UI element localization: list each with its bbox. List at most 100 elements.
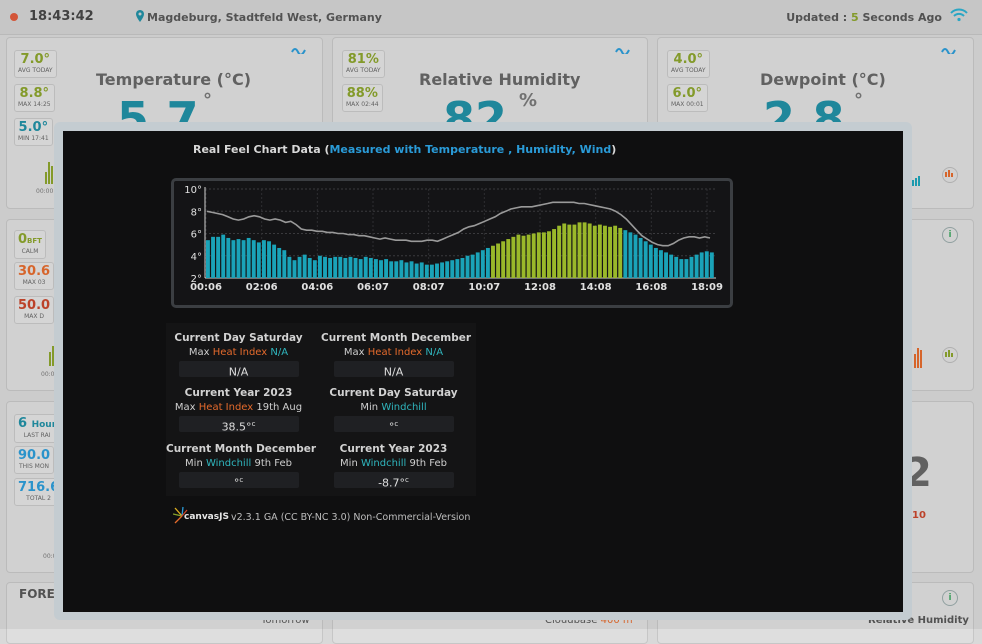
chart-bar (211, 236, 215, 278)
chart-bar (409, 261, 414, 278)
chart-bar (552, 229, 557, 278)
chart-bar (358, 259, 363, 278)
x-tick-label: 00:06 (190, 282, 222, 293)
chart-bar (343, 257, 348, 278)
x-tick-label: 18:09 (691, 282, 723, 293)
x-tick-label: 10:07 (468, 282, 500, 293)
chart-bar (623, 230, 628, 278)
chart-bar (572, 224, 577, 278)
chart-bar (603, 225, 607, 278)
x-tick-label: 16:08 (635, 282, 667, 293)
chart-bar (338, 256, 343, 278)
stat-label: Max Heat Index N/A (188, 347, 289, 358)
stat-block: Current Year 2023 Max Heat Index 19th Aug… (166, 387, 311, 434)
chart-bar (608, 226, 612, 278)
chart-bar (399, 260, 404, 278)
chart-bar (440, 262, 445, 278)
stat-block: Current Year 2023 Min Windchill 9th Feb -8… (321, 443, 466, 490)
chart-bar (679, 259, 684, 278)
chart-bar (638, 237, 643, 278)
chart-bar (236, 239, 241, 278)
real-feel-chart-svg: 2°4°6°8°10°00:06 02:06 04:06 06:07 08:07 10:0… (184, 185, 723, 293)
chart-bar (491, 245, 495, 278)
chart-bar (429, 264, 434, 278)
chart-bar (653, 247, 658, 278)
chart-bar (302, 254, 307, 278)
chart-bar (363, 256, 368, 278)
chart-bar (323, 256, 327, 278)
chart-bar (216, 236, 221, 278)
chart-bar (669, 254, 674, 278)
chart-bar (404, 262, 409, 278)
chart-bar (450, 260, 455, 278)
stat-block: Current Month December Min Windchill 9th … (166, 443, 317, 490)
chart-bar (541, 232, 546, 278)
stat-label: Min Windchill 9th Feb (340, 458, 447, 469)
chart-bar (496, 243, 501, 278)
chart-bar (221, 234, 226, 278)
stat-heading: Current Month December (166, 443, 317, 455)
stat-value: N/A (333, 361, 454, 379)
chart-bar (506, 239, 511, 278)
chart-bar (455, 259, 460, 278)
y-tick-label: 10° (184, 185, 202, 196)
chart-bar (659, 250, 663, 278)
x-tick-label: 08:07 (413, 282, 445, 293)
chart-bar (511, 236, 516, 278)
chart-bar (547, 231, 551, 278)
stat-label: Max Heat Index N/A (343, 347, 444, 358)
stat-value: N/A (178, 361, 299, 379)
chart-bar (475, 252, 480, 278)
chart-bar (287, 256, 292, 278)
stat-heading: Current Month December (321, 332, 472, 344)
stat-heading: Current Year 2023 (339, 443, 448, 455)
chart-bar (618, 227, 623, 278)
real-feel-chart: 2° 4° 6° 8° 10° 00:06 02:06 04:06 06:07 08:07 10:0… (171, 178, 733, 308)
chart-bar (445, 261, 450, 278)
chart-bar (516, 234, 521, 278)
chart-bar (587, 223, 592, 278)
stat-label: Min Windchill 9th Feb (185, 458, 292, 469)
chart-bar (597, 224, 602, 278)
chart-bar (633, 234, 638, 278)
chart-bar (389, 261, 394, 278)
chart-bar (261, 240, 266, 278)
stat-value: 38.5°c (178, 416, 299, 434)
chart-bar (470, 254, 475, 278)
stat-heading: Current Day Saturday (174, 332, 303, 344)
chart-bar (297, 256, 302, 278)
chart-bar (689, 256, 694, 278)
canvasjs-logo-text: canvasJS (184, 512, 229, 522)
chart-bar (526, 234, 531, 278)
stat-label: Max Heat Index 19th Aug (174, 402, 303, 413)
chart-title: Real Feel Chart Data (Measured with Temp… (193, 143, 617, 156)
chart-bar (460, 257, 465, 278)
chart-bar (648, 244, 653, 278)
canvasjs-version: v2.3.1 GA (CC BY-NC 3.0) Non-Commercial-… (231, 512, 471, 523)
x-tick-label: 02:06 (246, 282, 278, 293)
stat-value: -8.7°c (333, 472, 454, 490)
chart-bar (384, 259, 389, 278)
chart-bar (674, 256, 679, 278)
chart-bar (333, 256, 338, 278)
x-tick-label: 12:08 (524, 282, 556, 293)
chart-bar (307, 257, 312, 278)
chart-bar (256, 242, 261, 278)
chart-bar (694, 254, 699, 278)
chart-bar (414, 263, 419, 278)
chart-bar (485, 247, 490, 278)
chart-bar (628, 232, 633, 278)
stat-block: Current Day Saturday Min Windchill °c (321, 387, 466, 434)
chart-bar (373, 259, 378, 278)
stat-value: °c (333, 416, 454, 434)
chart-bar (567, 224, 572, 278)
chart-bar (246, 237, 251, 278)
chart-bar (613, 225, 618, 278)
chart-bar (368, 257, 373, 278)
chart-bar (577, 222, 582, 278)
x-tick-label: 04:06 (301, 282, 333, 293)
chart-bar (328, 257, 333, 278)
chart-bar (277, 247, 282, 278)
chart-bar (592, 225, 597, 278)
chart-bar (379, 260, 383, 278)
